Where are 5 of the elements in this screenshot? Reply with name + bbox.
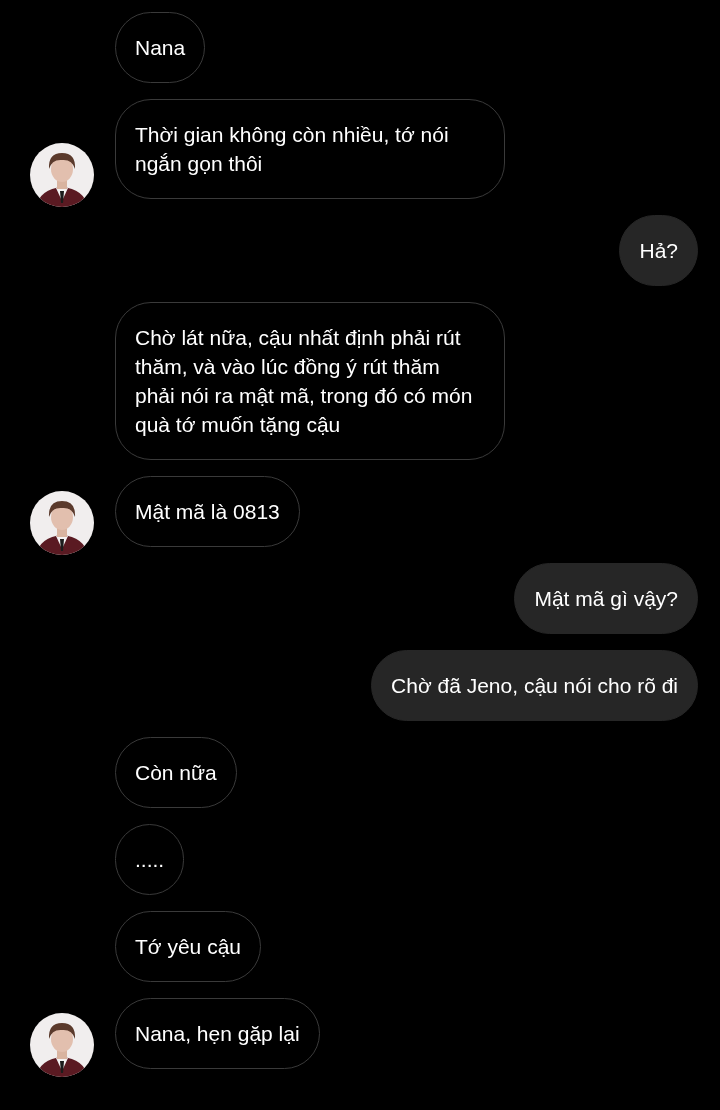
message-bubble: Thời gian không còn nhiều, tớ nói ngắn gọn thôi xyxy=(115,99,505,199)
message-bubble: Hả? xyxy=(619,215,698,286)
message-bubble: Mật mã gì vậy? xyxy=(514,563,698,634)
message-bubble: Chờ lát nữa, cậu nhất định phải rút thăm, và vào lúc đồng ý rút thăm phải nói ra mật mã, trong đó có món quà tớ muốn tặng cậu xyxy=(115,302,505,460)
message-bubble: Chờ đã Jeno, cậu nói cho rõ đi xyxy=(371,650,698,721)
